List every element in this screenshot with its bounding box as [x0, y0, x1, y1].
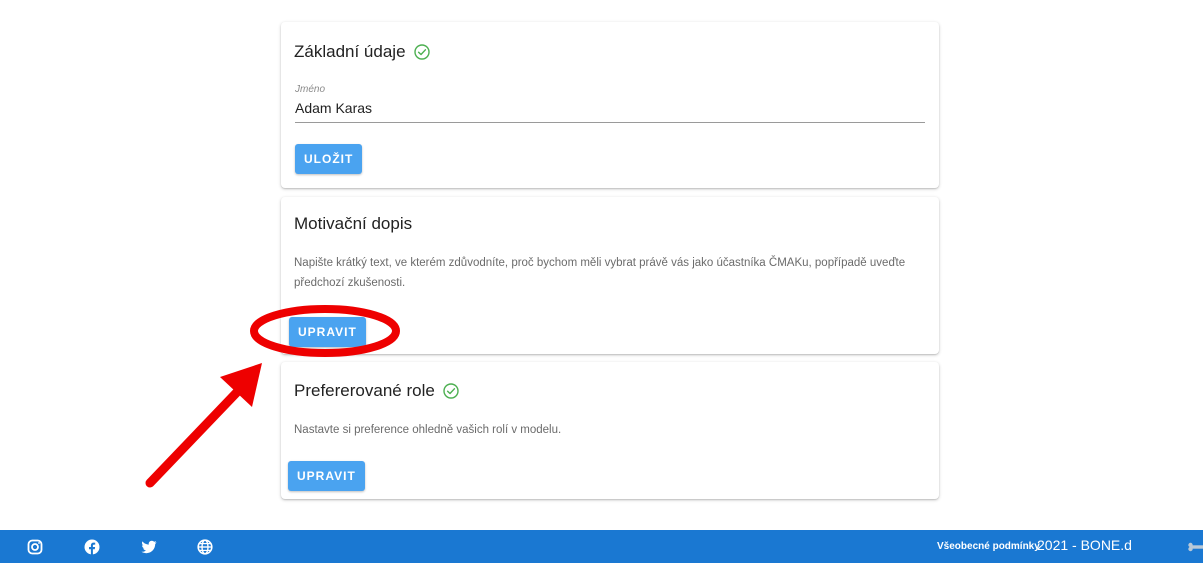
- terms-link[interactable]: Všeobecné podmínky: [937, 541, 1040, 552]
- twitter-icon[interactable]: [140, 538, 158, 556]
- page: Základní údaje Jméno Adam Karas ULOŽIT M…: [0, 0, 1203, 563]
- motivation-letter-card: Motivační dopis Napište krátký text, ve …: [281, 197, 939, 354]
- instagram-icon[interactable]: [26, 538, 44, 556]
- name-field-label: Jméno: [295, 84, 326, 95]
- preferred-roles-title-text: Prefererované role: [294, 381, 435, 400]
- motivation-letter-description: Napište krátký text, ve kterém zdůvodnít…: [294, 257, 906, 289]
- preferred-roles-card: Prefererované role Nastavte si preferenc…: [281, 362, 939, 499]
- copyright-text: 2021 - BONE.d: [1037, 537, 1132, 553]
- bone-icon: [1188, 542, 1203, 552]
- preferred-roles-description: Nastavte si preference ohledně vašich ro…: [294, 424, 562, 436]
- check-circle-icon: [413, 44, 430, 60]
- annotation-arrow-icon: [145, 363, 262, 488]
- globe-icon[interactable]: [196, 538, 214, 556]
- facebook-icon[interactable]: [83, 538, 101, 556]
- edit-motivation-button[interactable]: UPRAVIT: [289, 317, 366, 347]
- basic-info-title-text: Základní údaje: [294, 42, 406, 61]
- check-circle-icon: [443, 383, 459, 399]
- basic-info-title: Základní údaje: [294, 42, 430, 62]
- motivation-letter-title: Motivační dopis: [294, 214, 413, 233]
- footer: Všeobecné podmínky 2021 - BONE.d: [0, 530, 1203, 563]
- name-field-underline: [295, 122, 925, 123]
- edit-roles-button[interactable]: UPRAVIT: [288, 461, 365, 491]
- name-field[interactable]: Adam Karas: [295, 100, 372, 116]
- save-button[interactable]: ULOŽIT: [295, 144, 363, 174]
- basic-info-card: Základní údaje Jméno Adam Karas ULOŽIT: [281, 22, 939, 188]
- preferred-roles-title: Prefererované role: [294, 381, 459, 401]
